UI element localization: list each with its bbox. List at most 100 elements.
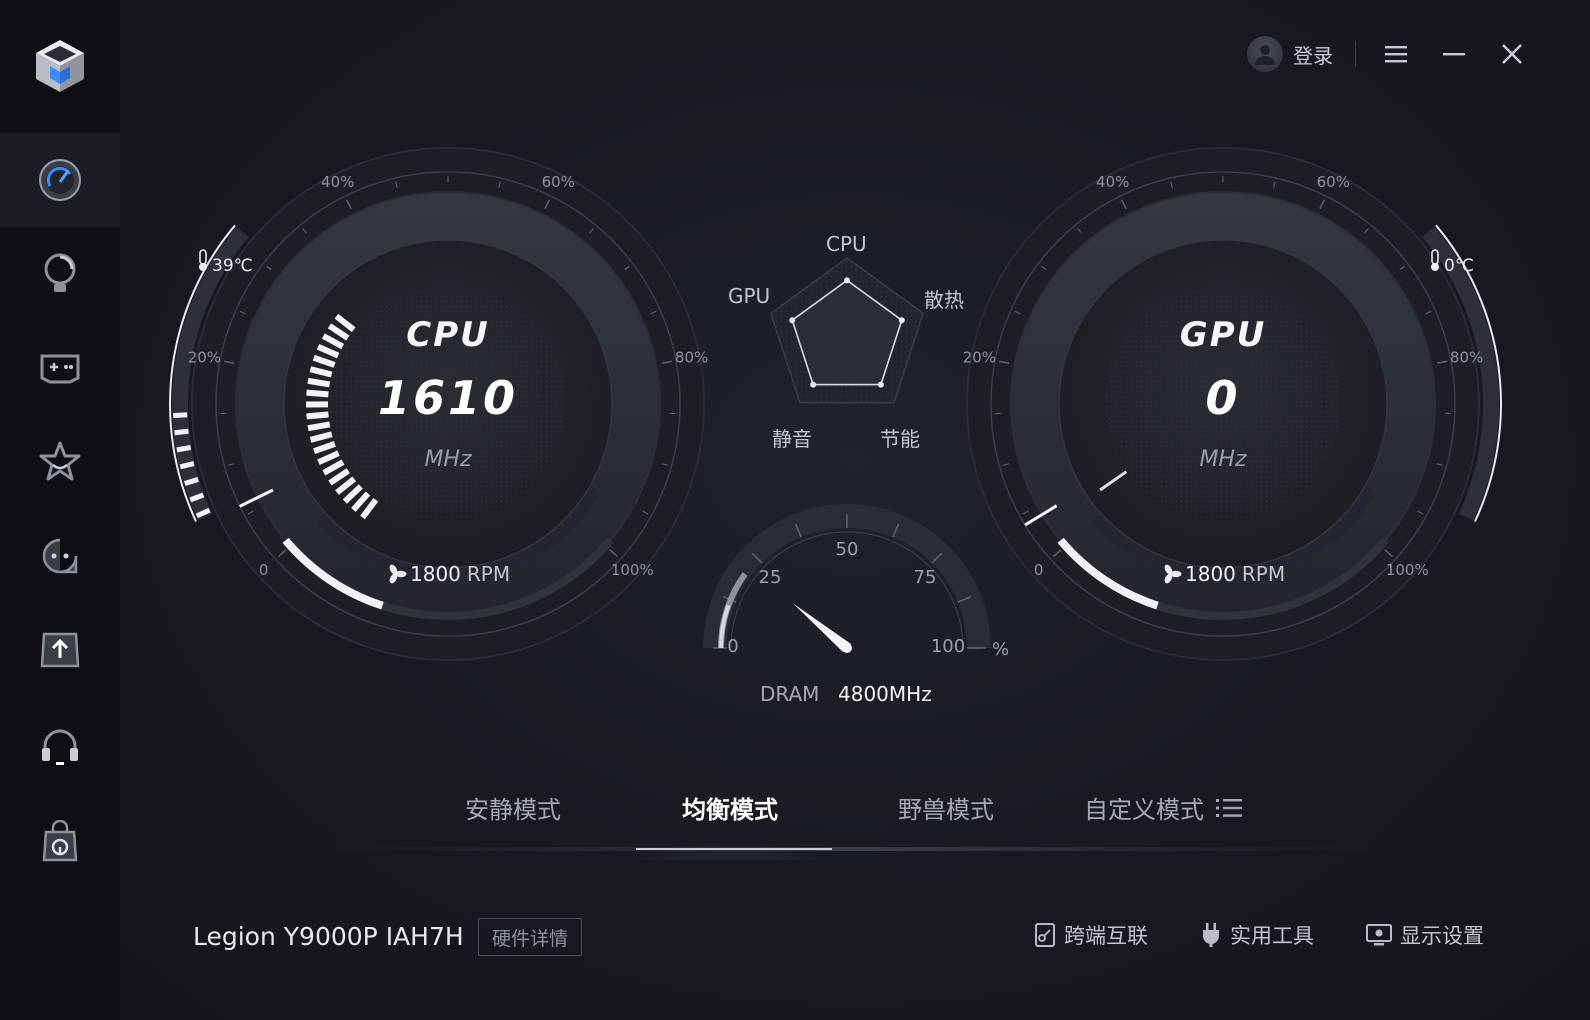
- performance-radar: [770, 257, 924, 404]
- mode-balanced[interactable]: 均衡模式: [682, 790, 778, 825]
- cpu-label: CPU: [406, 315, 489, 355]
- mode-custom-label: 自定义模式: [1084, 796, 1204, 824]
- gpu-fan-value: 1800: [1185, 562, 1236, 586]
- radar-value-point: [844, 277, 850, 284]
- store-bag-icon: [42, 820, 78, 862]
- mode-quiet[interactable]: 安静模式: [465, 790, 561, 825]
- cpu-g-level-segment: [306, 389, 329, 398]
- display-settings-button[interactable]: 显示设置: [1366, 920, 1484, 950]
- dram-frequency: 4800MHz: [838, 682, 932, 706]
- cpu-frequency-unit: MHz: [424, 447, 472, 472]
- mode-beast[interactable]: 野兽模式: [898, 790, 994, 825]
- cpu-tick-60: 60%: [542, 173, 575, 191]
- dram-needle: [793, 603, 852, 653]
- cpu-tick-20: 20%: [188, 349, 221, 367]
- lightbulb-icon: [44, 253, 76, 292]
- sidebar-item-audio[interactable]: [0, 699, 120, 793]
- cpu-tick-100: 100%: [611, 561, 654, 579]
- cpu-g-level-segment: [307, 377, 331, 388]
- cpu-gauge: CPU 1610 MHz 39℃ 1800 RPM 0 20% 40% 60% 8…: [169, 147, 708, 661]
- footer-bar: Legion Y9000P IAH7H 硬件详情 跨端互联 实用工具 显示设置: [120, 910, 1590, 970]
- gpu-temperature-value: 0℃: [1444, 256, 1474, 276]
- cpu-frequency-value: 1610: [378, 371, 518, 425]
- cpu-tick-40: 40%: [321, 173, 354, 191]
- gpu-tick-80: 80%: [1450, 349, 1483, 367]
- radar-label-silent: 静音: [772, 427, 812, 451]
- sidebar-item-dashboard[interactable]: [0, 133, 120, 227]
- radar-label-cooling: 散热: [924, 288, 964, 312]
- monitor-icon: [1366, 924, 1392, 946]
- cpu-tick-0: 0: [259, 561, 269, 579]
- list-settings-icon[interactable]: [1216, 797, 1242, 819]
- dram-percent-unit: %: [992, 639, 1009, 660]
- dram-needle-shape: [793, 603, 851, 652]
- gpu-frequency-unit: MHz: [1199, 447, 1247, 472]
- gpu-fan-unit: RPM: [1242, 562, 1285, 586]
- plug-icon: [1203, 923, 1219, 947]
- radar-value-point: [789, 317, 796, 324]
- cross-device-button[interactable]: 跨端互联: [1034, 920, 1148, 950]
- gpu-frequency-value: 0: [1205, 371, 1240, 425]
- gpu-tick-100: 100%: [1386, 561, 1429, 579]
- main-panel: 登录 CPU 1610 MHz 39℃ 1800 RPM 0 20% 40% 6…: [120, 0, 1590, 1020]
- dram-tick-75: 75: [914, 567, 937, 588]
- gpu-tick-60: 60%: [1317, 173, 1350, 191]
- gpu-gauge: GPU 0 MHz 0℃ 1800 RPM 0 20% 40% 60% 80% 1…: [963, 147, 1502, 661]
- dashboard-icon: [39, 159, 81, 201]
- dram-tick-50: 50: [836, 539, 859, 560]
- sidebar-item-upload[interactable]: [0, 603, 120, 697]
- thermometer-bulb: [199, 263, 207, 271]
- dram-gauge: 0 25 50 75 100 %: [703, 504, 1009, 660]
- gamepad-icon: [40, 354, 80, 384]
- display-settings-label: 显示设置: [1400, 924, 1484, 948]
- cross-device-icon: [1035, 923, 1055, 947]
- radar-label-power-saving: 节能: [880, 427, 920, 451]
- sidebar-item-lighting[interactable]: [0, 227, 120, 321]
- sidebar: [0, 0, 120, 1020]
- hardware-details-button[interactable]: 硬件详情: [478, 918, 582, 956]
- thermometer-icon: [199, 249, 207, 271]
- thermometer-bulb: [1431, 263, 1439, 271]
- sidebar-item-game[interactable]: [0, 321, 120, 415]
- utilities-button[interactable]: 实用工具: [1200, 920, 1314, 950]
- cube-logo-icon: [36, 40, 84, 92]
- upload-icon: [40, 632, 80, 668]
- cpu-g-temp-segment: [173, 412, 188, 419]
- star-icon: [39, 441, 81, 481]
- dram-gauge-ring: [703, 504, 991, 649]
- radar-value-point: [877, 381, 884, 388]
- cpu-g-temp-segment: [179, 461, 195, 470]
- radar-value-point: [898, 317, 905, 324]
- cpu-g-temp-segment: [174, 428, 189, 436]
- cpu-tick-80: 80%: [675, 349, 708, 367]
- cpu-fan-text: 1800 RPM: [410, 562, 510, 586]
- cpu-g-temp-segment: [176, 445, 192, 453]
- mode-selector-glow: [320, 802, 1390, 860]
- sidebar-item-favorites[interactable]: [0, 415, 120, 509]
- cpu-temperature-value: 39℃: [212, 256, 253, 276]
- sidebar-item-store[interactable]: [0, 795, 120, 889]
- gpu-fan-text: 1800 RPM: [1185, 562, 1285, 586]
- gpu-tick-0: 0: [1034, 561, 1044, 579]
- cpu-fan-value: 1800: [410, 562, 461, 586]
- dram-gauge-ticks: [713, 514, 986, 649]
- radar-value-point: [810, 381, 817, 388]
- dram-label: DRAM: [760, 682, 820, 706]
- cpu-fan-unit: RPM: [467, 562, 510, 586]
- performance-dashboard: CPU 1610 MHz 39℃ 1800 RPM 0 20% 40% 60% 8…: [169, 147, 1502, 661]
- sidebar-item-assistant[interactable]: [0, 509, 120, 603]
- gpu-label: GPU: [1180, 315, 1266, 355]
- device-model: Legion Y9000P IAH7H: [193, 922, 464, 951]
- performance-mode-selector: 安静模式 均衡模式 野兽模式 自定义模式: [120, 780, 1590, 860]
- app-logo: [0, 0, 120, 132]
- mode-custom[interactable]: 自定义模式: [1084, 790, 1242, 825]
- utilities-label: 实用工具: [1230, 924, 1314, 948]
- headset-icon: [42, 729, 78, 765]
- gpu-tick-40: 40%: [1096, 173, 1129, 191]
- cross-device-label: 跨端互联: [1064, 924, 1148, 948]
- cpu-g-level-segment: [307, 421, 331, 432]
- dram-tick-0: 0: [727, 636, 738, 657]
- thermometer-tube: [199, 249, 207, 265]
- dram-tick-25: 25: [759, 567, 782, 588]
- assistant-icon: [42, 538, 78, 574]
